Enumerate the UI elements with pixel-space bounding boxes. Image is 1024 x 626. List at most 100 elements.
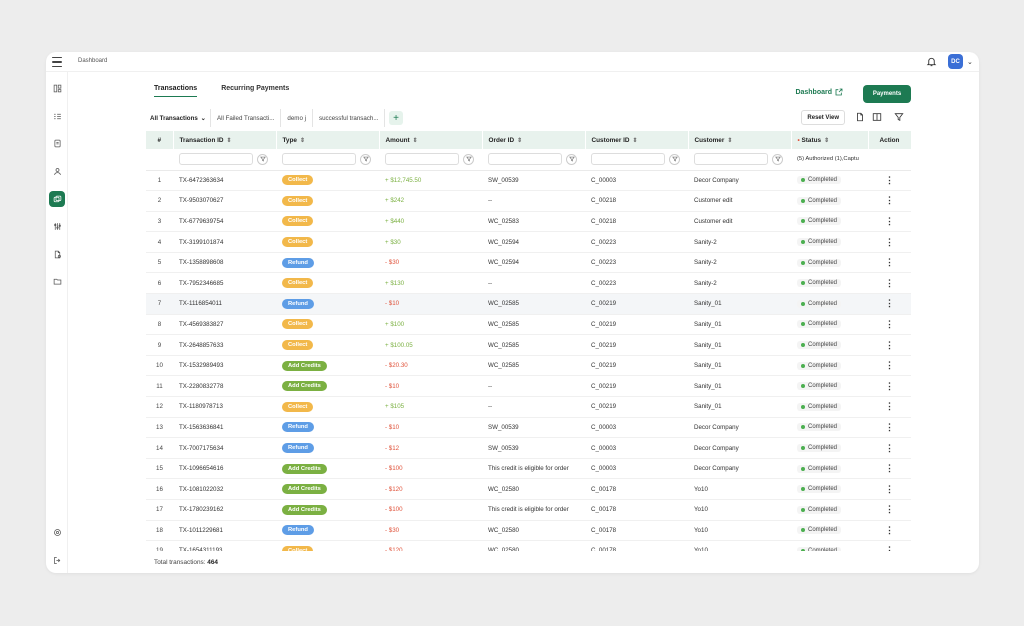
col-header-transaction-id[interactable]: Transaction ID ⇕ <box>173 131 277 149</box>
filter-input[interactable] <box>282 153 356 166</box>
checklist-icon[interactable] <box>49 108 65 124</box>
more-options-icon[interactable]: ⋮ <box>874 299 905 308</box>
table-row[interactable]: 18 TX-1011229681 Refund - $30 WC_02580 C_0017… <box>146 520 911 542</box>
funnel-icon[interactable] <box>772 153 783 165</box>
filter-input[interactable] <box>385 153 459 166</box>
transaction-id[interactable]: TX-1532989493 <box>173 355 276 377</box>
sort-icon[interactable]: ⇕ <box>300 138 305 144</box>
logout-icon[interactable] <box>49 552 65 568</box>
more-options-icon[interactable]: ⋮ <box>874 319 905 329</box>
payments-button[interactable]: Payments <box>863 85 911 103</box>
view-select[interactable]: All Transactions ⌄ <box>146 109 211 127</box>
col-header-type[interactable]: Type ⇕ <box>276 131 380 149</box>
folder-icon[interactable] <box>49 273 65 289</box>
table-row[interactable]: 2 TX-9503070627 Collect + $242 -- C_00218 Cust… <box>146 190 911 212</box>
layout-icon[interactable] <box>49 80 65 96</box>
more-options-icon[interactable]: ⋮ <box>874 443 905 453</box>
table-row[interactable]: 9 TX-2648857633 Collect + $100.05 WC_02585 C_… <box>146 334 911 356</box>
table-row[interactable]: 15 TX-1096654616 Add Credits - $100 This cre… <box>146 458 911 480</box>
transactions-icon[interactable] <box>49 191 65 207</box>
sort-icon[interactable]: ⇕ <box>227 138 232 144</box>
saved-view-chip[interactable]: demo j <box>281 109 313 127</box>
transaction-id[interactable]: TX-2280832778 <box>173 375 276 398</box>
more-options-icon[interactable]: ⋮ <box>874 196 905 205</box>
transaction-id[interactable]: TX-7952346685 <box>173 272 276 295</box>
more-options-icon[interactable]: ⋮ <box>874 175 905 185</box>
transaction-id[interactable]: TX-1358898608 <box>173 252 276 274</box>
sliders-icon[interactable] <box>49 218 65 234</box>
more-options-icon[interactable]: ⋮ <box>874 237 905 247</box>
sort-icon[interactable]: ⇕ <box>824 138 829 144</box>
bell-icon[interactable] <box>926 56 937 67</box>
more-options-icon[interactable]: ⋮ <box>874 402 905 411</box>
add-view-button[interactable]: + <box>389 111 403 125</box>
avatar[interactable]: DC <box>948 54 963 69</box>
filter-input[interactable] <box>488 153 562 166</box>
transaction-id[interactable]: TX-1180978713 <box>173 396 276 418</box>
filter-input[interactable] <box>179 153 253 166</box>
table-row[interactable]: 6 TX-7952346685 Collect + $130 -- C_00223 Sani… <box>146 272 911 295</box>
reset-view-button[interactable]: Reset View <box>801 110 845 125</box>
funnel-icon[interactable] <box>669 153 680 165</box>
col-header-status[interactable]: • Status ⇕ <box>791 131 869 149</box>
funnel-icon[interactable] <box>360 153 371 165</box>
col-header-order-id[interactable]: Order ID ⇕ <box>482 131 586 149</box>
table-row[interactable]: 12 TX-1180978713 Collect + $105 -- C_00219 San… <box>146 396 911 418</box>
filter-icon[interactable] <box>894 112 904 122</box>
user-icon[interactable] <box>49 163 65 179</box>
more-options-icon[interactable]: ⋮ <box>874 505 905 514</box>
dashboard-link[interactable]: Dashboard <box>795 88 843 96</box>
col-header-amount[interactable]: Amount ⇕ <box>379 131 483 149</box>
more-options-icon[interactable]: ⋮ <box>874 422 905 432</box>
table-row[interactable]: 16 TX-1081022032 Add Credits - $120 WC_02580… <box>146 478 911 500</box>
table-row[interactable]: 17 TX-1780239162 Add Credits - $100 This cre… <box>146 499 911 521</box>
table-row[interactable]: 10 TX-1532989493 Add Credits - $20.30 WC_025… <box>146 355 911 377</box>
transaction-id[interactable]: TX-1780239162 <box>173 499 276 521</box>
table-row[interactable]: 8 TX-4569383827 Collect + $100 WC_02585 C_002… <box>146 314 911 336</box>
saved-view-chip[interactable]: successful transach... <box>313 109 385 127</box>
transaction-id[interactable]: TX-9503070627 <box>173 190 276 212</box>
menu-icon[interactable] <box>52 57 62 67</box>
transaction-id[interactable]: TX-1096654616 <box>173 458 276 480</box>
more-options-icon[interactable]: ⋮ <box>874 525 905 535</box>
sort-icon[interactable]: ⇕ <box>413 138 418 144</box>
more-options-icon[interactable]: ⋮ <box>874 361 905 370</box>
transaction-id[interactable]: TX-1654311193 <box>173 540 276 551</box>
filter-input[interactable] <box>591 153 665 166</box>
more-options-icon[interactable]: ⋮ <box>874 464 905 473</box>
more-options-icon[interactable]: ⋮ <box>874 278 905 288</box>
col-header-customer-id[interactable]: Customer ID ⇕ <box>585 131 689 149</box>
transaction-id[interactable]: TX-4569383827 <box>173 314 276 336</box>
transaction-id[interactable]: TX-1563636841 <box>173 417 276 439</box>
transaction-id[interactable]: TX-2648857633 <box>173 334 276 356</box>
funnel-icon[interactable] <box>463 153 474 165</box>
transaction-id[interactable]: TX-6779639754 <box>173 211 276 233</box>
transaction-id[interactable]: TX-6472363634 <box>173 170 276 192</box>
chevron-down-icon[interactable]: ⌄ <box>967 58 973 66</box>
table-row[interactable]: 19 TX-1654311193 Collect - $120 WC_02580 C_00… <box>146 540 911 551</box>
transaction-id[interactable]: TX-7007175634 <box>173 437 276 459</box>
sort-icon[interactable]: ⇕ <box>727 138 732 144</box>
sort-icon[interactable]: ⇕ <box>633 138 638 144</box>
status-filter[interactable]: (5) Authorized (1),Captu <box>791 149 868 171</box>
transaction-id[interactable]: TX-1011229681 <box>173 520 276 542</box>
funnel-icon[interactable] <box>257 153 268 165</box>
transaction-id[interactable]: TX-1081022032 <box>173 478 276 500</box>
col-header-customer[interactable]: Customer ⇕ <box>688 131 792 149</box>
transaction-id[interactable]: TX-3199101874 <box>173 231 276 253</box>
settings-icon[interactable] <box>49 524 65 540</box>
saved-view-chip[interactable]: All Failed Transacti... <box>211 109 282 127</box>
table-row[interactable]: 4 TX-3199101874 Collect + $30 WC_02594 C_0022… <box>146 231 911 253</box>
more-options-icon[interactable]: ⋮ <box>874 216 905 226</box>
tab-recurring-payments[interactable]: Recurring Payments <box>221 85 289 97</box>
more-options-icon[interactable]: ⋮ <box>874 546 905 551</box>
table-row[interactable]: 7 TX-1116854011 Refund - $10 WC_02585 C_00219… <box>146 293 911 315</box>
sort-icon[interactable]: ⇕ <box>517 138 522 144</box>
more-options-icon[interactable]: ⋮ <box>874 340 905 350</box>
columns-icon[interactable] <box>872 112 882 122</box>
table-row[interactable]: 14 TX-7007175634 Refund - $12 SW_00539 C_0000… <box>146 437 911 459</box>
table-row[interactable]: 1 TX-6472363634 Collect + $12,745.50 SW_0053… <box>146 170 911 192</box>
transaction-id[interactable]: TX-1116854011 <box>173 293 276 315</box>
table-row[interactable]: 5 TX-1358898608 Refund - $30 WC_02594 C_00223… <box>146 252 911 274</box>
file-export-icon[interactable] <box>49 246 65 262</box>
